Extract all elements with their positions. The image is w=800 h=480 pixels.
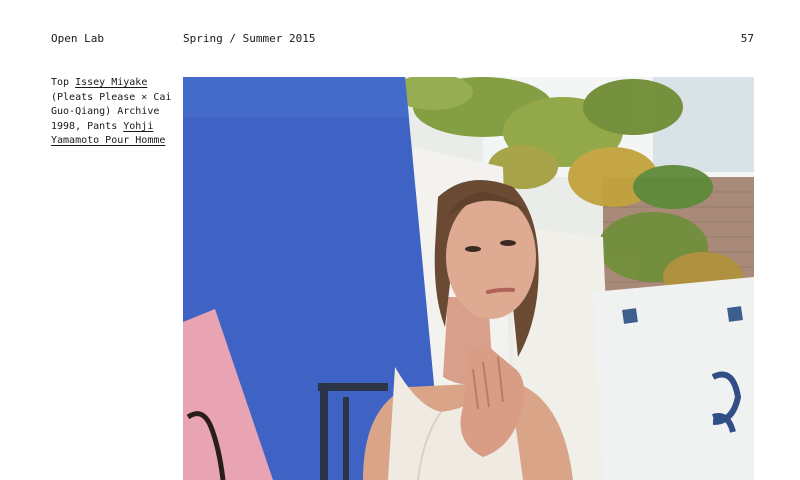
editorial-photo bbox=[183, 77, 754, 480]
page-number: 57 bbox=[740, 32, 754, 45]
issey-miyake-link[interactable]: Issey Miyake bbox=[75, 77, 147, 88]
caption-prefix: Top bbox=[51, 77, 76, 88]
issue-title: Spring / Summer 2015 bbox=[183, 32, 316, 45]
site-name[interactable]: Open Lab bbox=[51, 32, 104, 45]
photo-caption: Top Issey Miyake (Pleats Please × Cai Gu… bbox=[51, 76, 176, 149]
